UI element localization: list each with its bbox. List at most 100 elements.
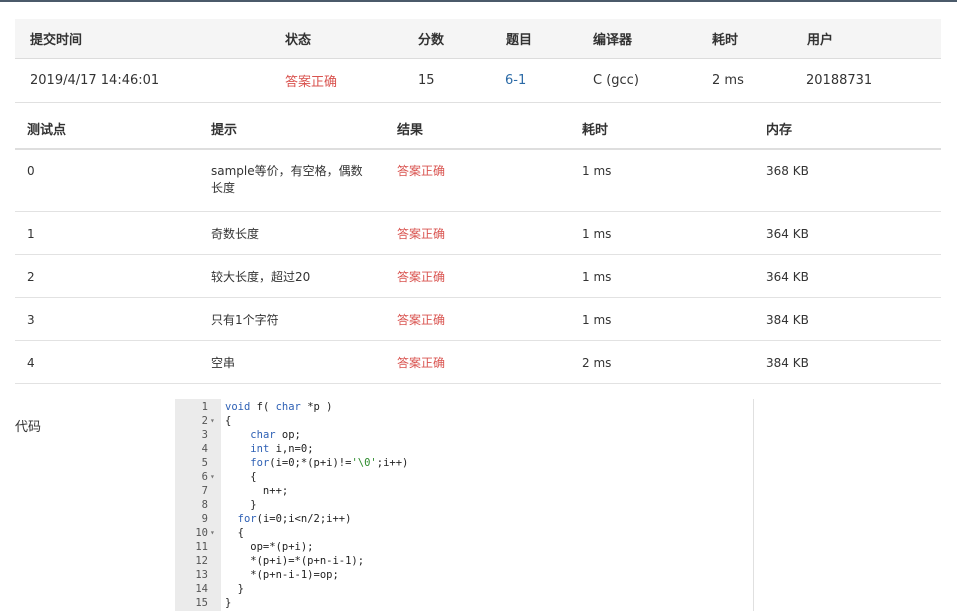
- code-line: 10 ▾ {: [175, 526, 754, 540]
- code-line: 15}: [175, 596, 754, 610]
- summary-row: 2019/4/17 14:46:01 答案正确 15 6-1 C (gcc) 2…: [15, 59, 941, 103]
- header-memory: 内存: [766, 123, 793, 138]
- testcase-result: 答案正确: [397, 227, 446, 241]
- table-row: 4 空串 答案正确 2 ms 384 KB: [15, 341, 941, 384]
- testcase-id: 1: [27, 227, 35, 241]
- code-line: 5 for(i=0;*(p+i)!='\0';i++): [175, 456, 754, 470]
- code-line: 8 }: [175, 498, 754, 512]
- submit-time: 2019/4/17 14:46:01: [30, 73, 160, 88]
- line-number: 8: [201, 499, 208, 511]
- time-value: 2 ms: [712, 73, 744, 88]
- testcase-hint: 奇数长度: [211, 227, 260, 241]
- code-text: for(i=0;i<n/2;i++): [237, 513, 352, 525]
- header-result: 结果: [397, 123, 424, 138]
- compiler-value: C (gcc): [593, 73, 639, 88]
- line-number: 13: [195, 569, 208, 581]
- testcase-time: 2 ms: [582, 356, 612, 370]
- table-row: 2 较大长度，超过20 答案正确 1 ms 364 KB: [15, 255, 941, 298]
- code-text: {: [225, 471, 257, 483]
- header-problem: 题目: [506, 33, 533, 48]
- header-status: 状态: [285, 33, 312, 48]
- testcase-hint: 只有1个字符: [211, 313, 279, 327]
- table-row: 0 sample等价，有空格，偶数长度 答案正确 1 ms 368 KB: [15, 150, 941, 212]
- code-label: 代码: [15, 420, 42, 435]
- line-number: 7: [201, 485, 208, 497]
- testcase-time: 1 ms: [582, 164, 612, 178]
- testcase-time: 1 ms: [582, 270, 612, 284]
- code-text: }: [225, 499, 257, 511]
- testcase-result: 答案正确: [397, 164, 446, 178]
- testcase-time: 1 ms: [582, 227, 612, 241]
- header-time: 耗时: [582, 123, 609, 138]
- code-text: n++;: [225, 485, 289, 497]
- testcase-header-row: 测试点 提示 结果 耗时 内存: [15, 103, 941, 150]
- testcase-memory: 384 KB: [766, 356, 809, 370]
- header-time: 耗时: [712, 33, 739, 48]
- line-number: 11: [195, 541, 208, 553]
- score-value: 15: [418, 73, 435, 88]
- header-testcase-id: 测试点: [27, 123, 67, 138]
- code-line: 13 *(p+n-i-1)=op;: [175, 568, 754, 582]
- fold-arrow-icon[interactable]: ▾: [210, 526, 220, 540]
- testcase-id: 3: [27, 313, 35, 327]
- top-border: [0, 0, 957, 2]
- code-text: }: [225, 597, 232, 609]
- code-editor[interactable]: 1 void f( char *p ) 2 ▾{3 char op; 4 int i,n…: [175, 399, 754, 611]
- code-text: for(i=0;*(p+i)!='\0';i++): [250, 457, 409, 469]
- line-number: 6: [201, 471, 208, 483]
- line-number: 14: [195, 583, 208, 595]
- code-line: 2 ▾ {: [175, 414, 754, 428]
- header-user: 用户: [807, 33, 834, 48]
- code-line: 9 for(i=0;i<n/2;i++): [175, 512, 754, 526]
- code-text: {: [225, 415, 232, 427]
- header-submit-time: 提交时间: [30, 33, 83, 48]
- header-hint: 提示: [211, 123, 238, 138]
- testcase-memory: 364 KB: [766, 227, 809, 241]
- testcase-result: 答案正确: [397, 313, 446, 327]
- testcase-hint: 空串: [211, 356, 236, 370]
- code-text: }: [225, 583, 244, 595]
- code-line: 6 ▾ {: [175, 470, 754, 484]
- code-line: 7 n++;: [175, 484, 754, 498]
- line-number: 2: [201, 415, 208, 427]
- testcase-memory: 368 KB: [766, 164, 809, 178]
- fold-arrow-icon[interactable]: ▾: [210, 414, 220, 428]
- testcase-time: 1 ms: [582, 313, 612, 327]
- line-number: 9: [201, 513, 208, 525]
- code-line: 11 op=*(p+i);: [175, 540, 754, 554]
- table-row: 3 只有1个字符 答案正确 1 ms 384 KB: [15, 298, 941, 341]
- code-text: {: [225, 527, 244, 539]
- status-badge: 答案正确: [285, 75, 338, 90]
- problem-link[interactable]: 6-1: [505, 59, 526, 102]
- code-text: *(p+n-i-1)=op;: [225, 569, 339, 581]
- testcase-hint: 较大长度，超过20: [211, 270, 311, 284]
- line-number: 15: [195, 597, 208, 609]
- testcase-id: 2: [27, 270, 35, 284]
- fold-arrow-icon[interactable]: ▾: [210, 470, 220, 484]
- summary-header-row: 提交时间 状态 分数 题目 编译器 耗时 用户: [15, 19, 941, 59]
- code-line: 4 int i,n=0;: [175, 442, 754, 456]
- line-number: 10: [195, 527, 208, 539]
- code-text: void f( char *p ): [225, 401, 333, 413]
- testcase-id: 0: [27, 164, 35, 178]
- code-line: 1 void f( char *p ): [175, 400, 754, 414]
- code-text: char op;: [250, 429, 301, 441]
- code-line: 14 }: [175, 582, 754, 596]
- testcase-result: 答案正确: [397, 270, 446, 284]
- code-line: 3 char op;: [175, 428, 754, 442]
- code-text: op=*(p+i);: [225, 541, 314, 553]
- line-number: 3: [201, 429, 208, 441]
- header-score: 分数: [418, 33, 445, 48]
- testcase-memory: 364 KB: [766, 270, 809, 284]
- line-number: 5: [201, 457, 208, 469]
- code-text: int i,n=0;: [250, 443, 314, 455]
- testcase-memory: 384 KB: [766, 313, 809, 327]
- table-row: 1 奇数长度 答案正确 1 ms 364 KB: [15, 212, 941, 255]
- testcase-hint: sample等价，有空格，偶数长度: [211, 164, 363, 195]
- testcase-id: 4: [27, 356, 35, 370]
- line-number: 4: [201, 443, 208, 455]
- code-text: *(p+i)=*(p+n-i-1);: [225, 555, 365, 567]
- testcase-table: 测试点 提示 结果 耗时 内存 0 sample等价，有空格，偶数长度 答案正确…: [15, 103, 941, 384]
- code-line: 12 *(p+i)=*(p+n-i-1);: [175, 554, 754, 568]
- submission-summary-table: 提交时间 状态 分数 题目 编译器 耗时 用户 2019/4/17 14:46:…: [15, 19, 941, 103]
